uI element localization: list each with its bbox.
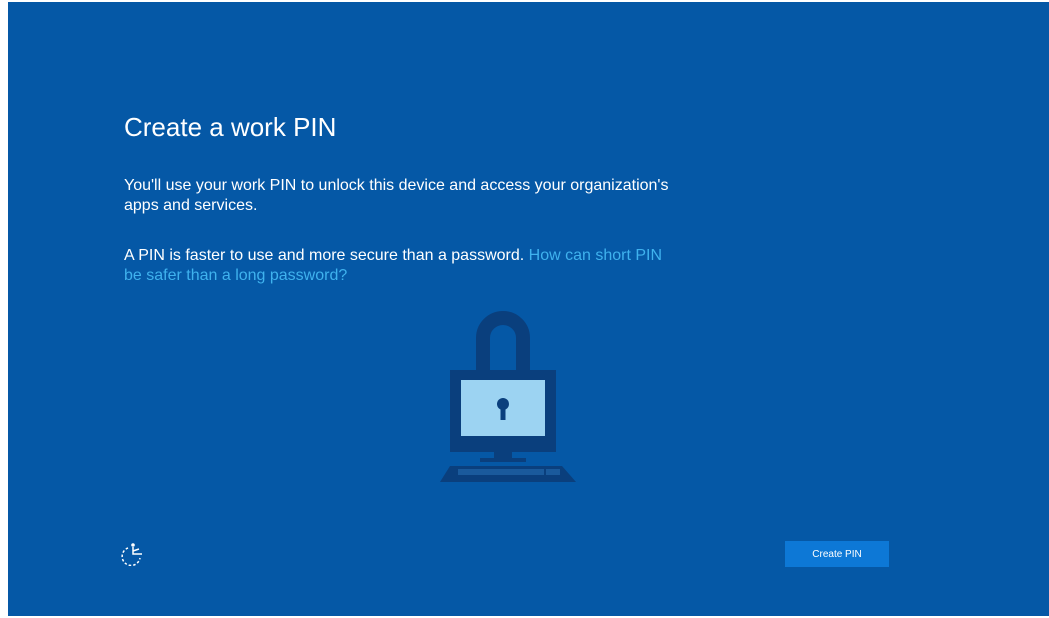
lock-computer-icon [440,311,576,482]
monitor-neck [494,452,512,458]
keyboard-keys [458,469,544,475]
ease-of-access-icon[interactable] [120,540,146,566]
secondary-text: A PIN is faster to use and more secure t… [124,247,525,264]
keyboard-keys-right [546,469,560,475]
description-text: You'll use your work PIN to unlock this … [124,177,669,214]
monitor-foot [480,458,526,462]
keyhole-bottom [500,406,506,420]
secondary-text-block: A PIN is faster to use and more secure t… [124,246,684,286]
oobe-screen: Create a work PIN You'll use your work P… [8,2,1049,616]
lock-shackle [476,311,530,378]
page-title: Create a work PIN [124,112,337,142]
create-pin-button[interactable]: Create PIN [785,541,889,567]
